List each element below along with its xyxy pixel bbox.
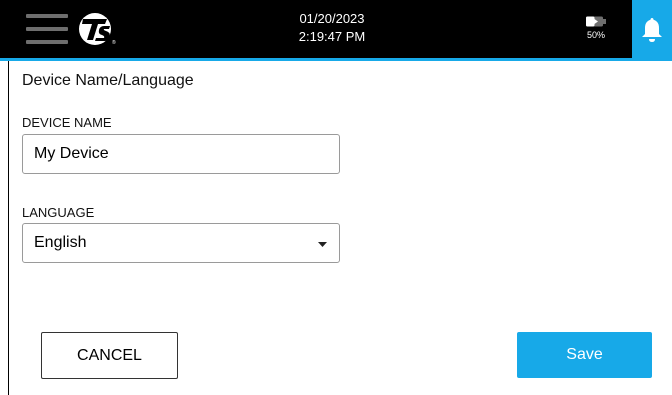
menu-bar-line bbox=[26, 40, 68, 44]
tsi-logo: ® bbox=[74, 10, 120, 48]
battery-status: 50% bbox=[576, 16, 616, 41]
language-select[interactable]: English bbox=[22, 223, 340, 263]
hamburger-menu-button[interactable] bbox=[26, 14, 68, 44]
svg-text:®: ® bbox=[112, 39, 116, 46]
top-bar: ® 01/20/2023 2:19:47 PM 50% bbox=[0, 0, 672, 58]
language-label: LANGUAGE bbox=[22, 205, 95, 220]
battery-icon bbox=[586, 16, 606, 27]
menu-bar-line bbox=[26, 14, 68, 18]
language-selected-value: English bbox=[34, 234, 87, 251]
time-text: 2:19:47 PM bbox=[298, 29, 366, 44]
header-accent-line bbox=[0, 58, 672, 61]
cancel-button[interactable]: CANCEL bbox=[41, 332, 178, 379]
battery-percent: 50% bbox=[586, 30, 605, 40]
menu-bar-line bbox=[26, 27, 68, 31]
notifications-button[interactable] bbox=[632, 0, 672, 61]
date-text: 01/20/2023 bbox=[299, 11, 365, 26]
save-button[interactable]: Save bbox=[517, 332, 652, 378]
content-left-border bbox=[8, 61, 9, 395]
device-name-label: DEVICE NAME bbox=[22, 115, 112, 130]
page-title: Device Name/Language bbox=[22, 72, 194, 89]
device-name-input[interactable] bbox=[22, 134, 340, 174]
bell-icon bbox=[642, 18, 662, 42]
chevron-down-icon bbox=[318, 242, 327, 247]
date-time-display: 01/20/2023 2:19:47 PM bbox=[270, 10, 394, 46]
